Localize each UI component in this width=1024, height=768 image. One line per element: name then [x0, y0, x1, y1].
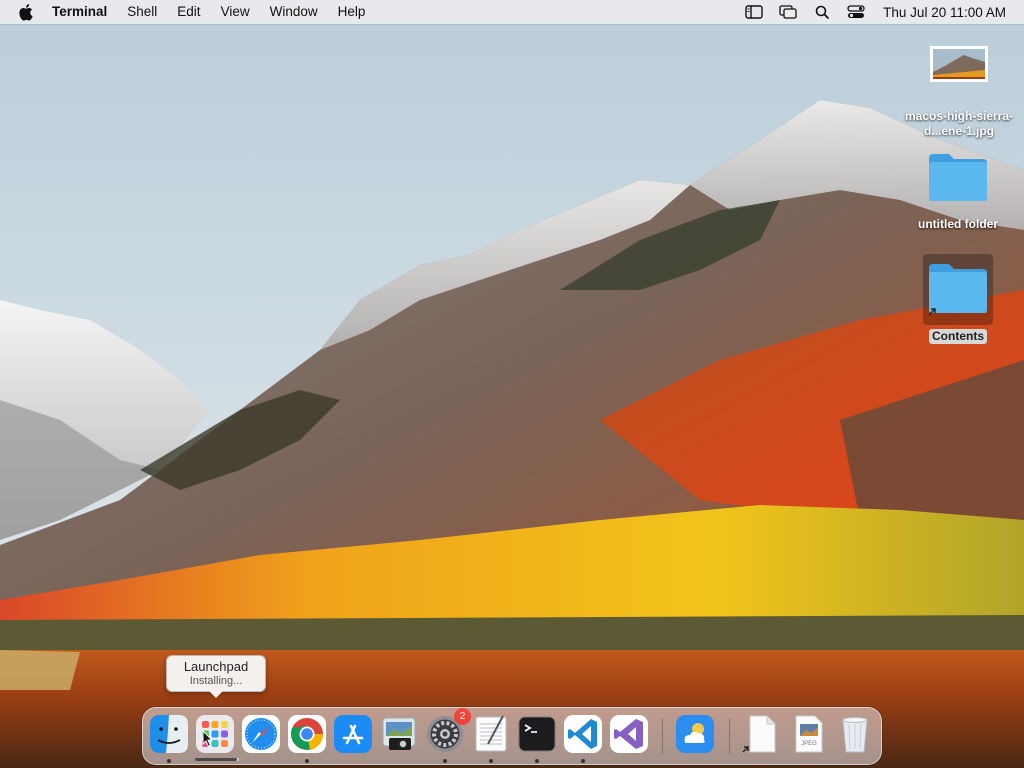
launchpad-install-progress — [195, 758, 239, 761]
dock-item-finder[interactable] — [149, 714, 189, 763]
menu-shell[interactable]: Shell — [117, 0, 167, 24]
mouse-cursor-icon — [202, 730, 214, 748]
weather-icon — [676, 715, 714, 753]
progress-fill — [195, 758, 237, 761]
dock-item-preview[interactable] — [379, 714, 419, 754]
menu-app-terminal[interactable]: Terminal — [50, 0, 117, 24]
desktop-icon-image-file[interactable]: macos-high-sierra-d...ene-1.jpg — [898, 46, 1020, 139]
finder-icon — [150, 715, 188, 753]
image-thumbnail-icon — [930, 46, 988, 87]
sidebar-icon[interactable] — [745, 4, 763, 20]
desktop-icon-contents[interactable]: Contents — [910, 254, 1006, 344]
terminal-icon — [518, 716, 556, 752]
vscode-icon — [564, 715, 602, 753]
visual-studio-icon — [610, 715, 648, 753]
notification-badge: 2 — [454, 708, 471, 725]
running-indicator — [581, 759, 585, 763]
dock-item-safari[interactable] — [241, 714, 281, 754]
running-indicator — [167, 759, 171, 763]
desktop-icon-label: macos-high-sierra-d...ene-1.jpg — [904, 109, 1014, 138]
desktop-wallpaper — [0, 0, 1024, 768]
desktop-icon-label: Contents — [929, 329, 987, 344]
dock-item-chrome[interactable] — [287, 714, 327, 763]
dock-item-system-preferences[interactable]: 2 — [425, 708, 471, 763]
menu-window[interactable]: Window — [260, 0, 328, 24]
desktop-icon-label: untitled folder — [918, 217, 998, 231]
tooltip-subtitle: Installing... — [189, 675, 243, 687]
chrome-icon — [288, 715, 326, 753]
menu-bar-clock[interactable]: Thu Jul 20 11:00 AM — [883, 5, 1006, 20]
launchpad-icon — [196, 715, 234, 753]
tooltip-title: Launchpad — [183, 659, 249, 674]
dock-item-app-store[interactable] — [333, 714, 373, 754]
dock-item-weather[interactable] — [675, 714, 715, 754]
dock-item-textedit[interactable] — [471, 714, 511, 763]
search-icon[interactable] — [813, 4, 831, 20]
dock-separator — [662, 718, 663, 754]
trash-icon — [842, 717, 868, 753]
apple-logo-icon[interactable] — [18, 3, 36, 21]
dock-item-vscode[interactable] — [563, 714, 603, 763]
control-center-icon[interactable] — [847, 4, 865, 20]
preview-icon — [382, 717, 416, 750]
screen-mirroring-icon[interactable] — [779, 4, 797, 20]
menu-bar: Terminal Shell Edit View Window Help Thu… — [0, 0, 1024, 24]
jpeg-file-icon: JPEG — [795, 715, 823, 753]
dock-tooltip: Launchpad Installing... — [166, 655, 266, 698]
menu-view[interactable]: View — [211, 0, 260, 24]
dock-item-document[interactable] — [741, 714, 781, 754]
folder-alias-icon — [923, 254, 993, 325]
dock: 2 JPEG — [142, 707, 882, 765]
menu-help[interactable]: Help — [328, 0, 376, 24]
dock-item-visual-studio[interactable] — [609, 714, 649, 754]
menu-edit[interactable]: Edit — [167, 0, 210, 24]
running-indicator — [535, 759, 539, 763]
document-alias-icon — [742, 715, 776, 753]
svg-text:JPEG: JPEG — [801, 741, 817, 747]
app-store-icon — [334, 715, 372, 753]
desktop-icon-untitled-folder[interactable]: untitled folder — [910, 152, 1006, 232]
dock-separator — [729, 718, 730, 754]
running-indicator — [443, 759, 447, 763]
tooltip-arrow — [209, 691, 223, 698]
running-indicator — [305, 759, 309, 763]
safari-icon — [242, 715, 280, 753]
textedit-icon — [475, 715, 507, 752]
running-indicator — [489, 759, 493, 763]
dock-item-trash[interactable] — [835, 714, 875, 754]
dock-item-jpeg-file[interactable]: JPEG — [789, 714, 829, 754]
dock-item-terminal[interactable] — [517, 714, 557, 763]
dock-item-launchpad[interactable] — [195, 714, 235, 754]
folder-icon — [927, 152, 989, 207]
